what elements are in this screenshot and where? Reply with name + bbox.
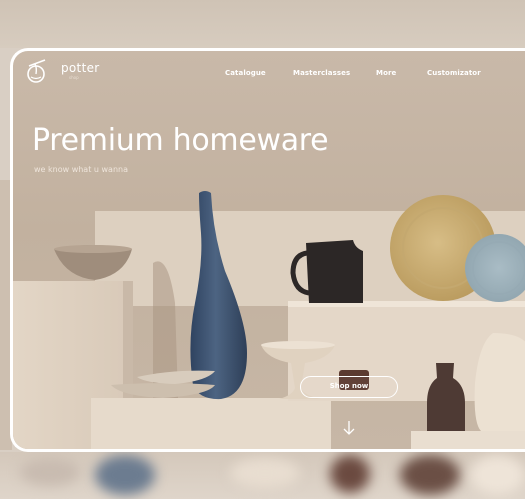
goblet-rim	[261, 341, 335, 349]
brand-name[interactable]: potter	[61, 61, 100, 75]
brand-tagline: shop	[69, 75, 79, 80]
shop-now-button[interactable]: Shop now	[300, 376, 398, 398]
backdrop-blob	[95, 455, 155, 495]
backdrop-blob	[330, 455, 370, 493]
pottery-still-life	[13, 191, 525, 449]
backdrop-top	[0, 0, 525, 48]
hero-title: Premium homeware	[32, 123, 329, 158]
hero-frame: potter shop Catalogue Masterclasses More…	[10, 48, 525, 452]
nav-more[interactable]: More	[376, 69, 396, 77]
pottery-vase-icon[interactable]	[23, 58, 53, 84]
nav-catalogue[interactable]: Catalogue	[225, 69, 266, 77]
nav-customizator[interactable]: Customizator	[427, 69, 481, 77]
hero-subtitle: we know what u wanna	[34, 165, 128, 174]
bowl-rim	[54, 245, 132, 253]
arrow-down-icon[interactable]	[342, 420, 356, 436]
nav-masterclasses[interactable]: Masterclasses	[293, 69, 350, 77]
front-block	[91, 398, 331, 449]
hero-scene: potter shop Catalogue Masterclasses More…	[13, 51, 525, 449]
backdrop-blob	[20, 458, 80, 486]
backdrop-blob	[230, 458, 300, 488]
right-low-block	[411, 431, 525, 449]
backdrop-blob	[470, 455, 525, 495]
backdrop-blob	[400, 455, 460, 495]
dark-jug	[306, 240, 363, 303]
